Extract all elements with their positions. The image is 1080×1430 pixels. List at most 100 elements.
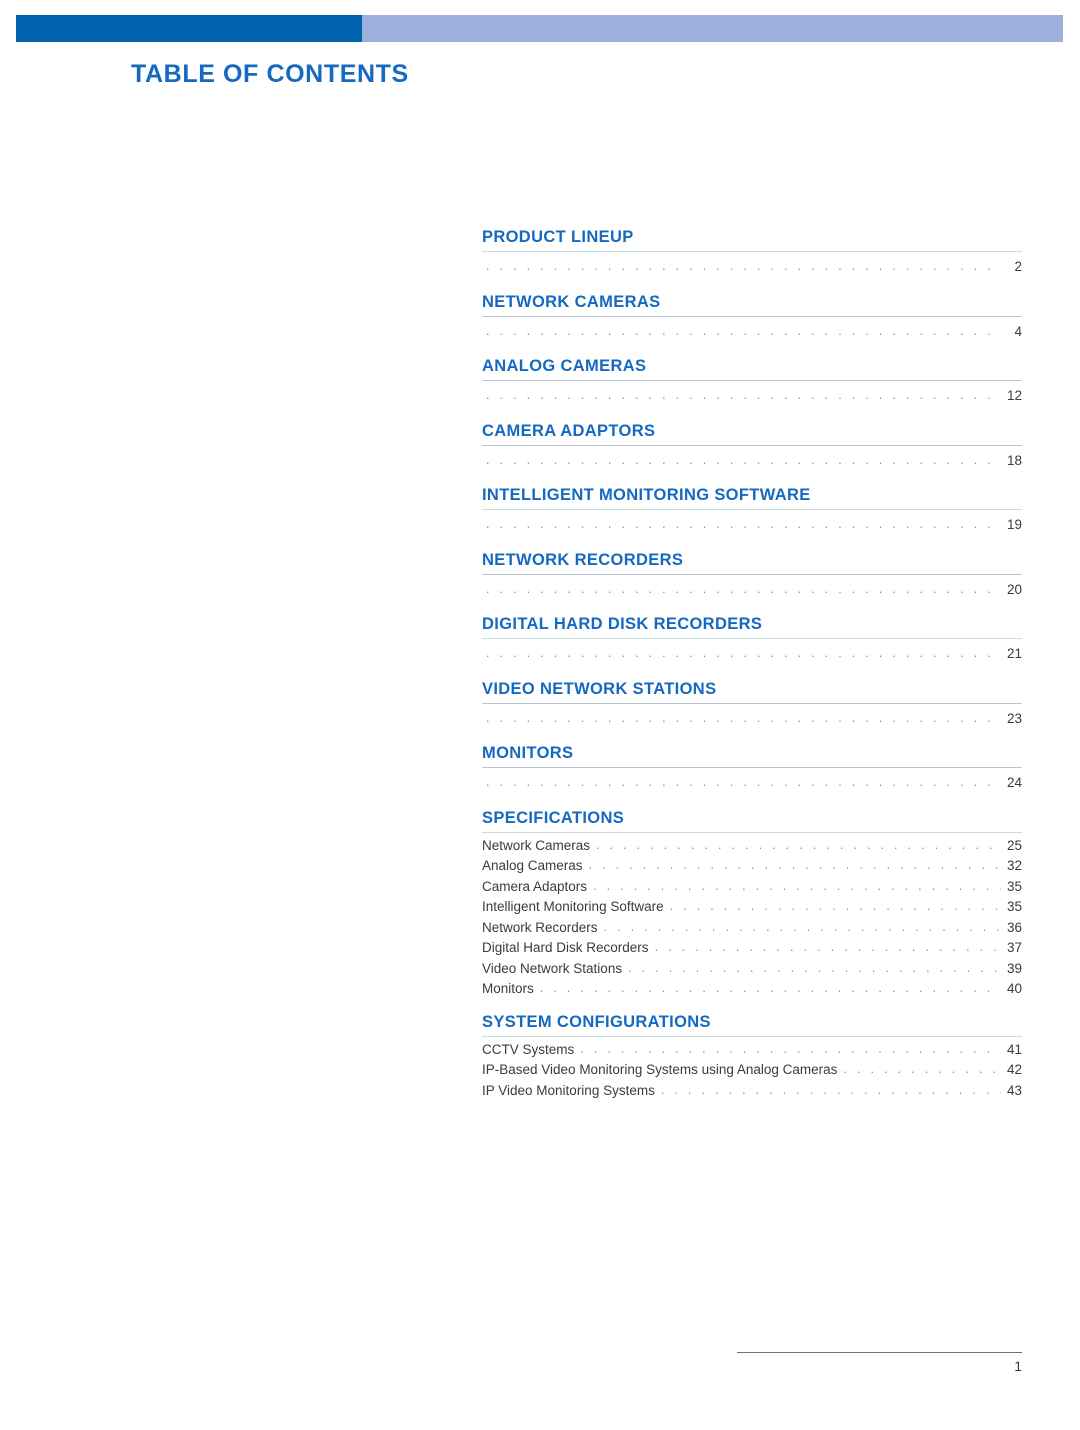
toc-section-heading[interactable]: DIGITAL HARD DISK RECORDERS <box>482 613 1022 638</box>
toc-entry-row[interactable]: . . . . . . . . . . . . . . . . . . . . … <box>482 770 1022 807</box>
toc-subentry-row[interactable]: Monitors . . . . . . . . . . . . . . . . … <box>482 979 1022 1000</box>
footer-page-number: 1 <box>1014 1358 1022 1374</box>
leader-dots: . . . . . . . . . . . . . . . . . . . . … <box>654 940 1001 954</box>
toc-subentry-row[interactable]: Intelligent Monitoring Software . . . . .… <box>482 897 1022 918</box>
toc-subentry-label: Analog Cameras <box>482 858 583 873</box>
toc-subentry-label: Network Recorders <box>482 919 598 935</box>
page-title: TABLE OF CONTENTS <box>131 60 409 88</box>
toc-subentry-row[interactable]: Digital Hard Disk Recorders . . . . . . .… <box>482 938 1022 959</box>
leader-dots: . . . . . . . . . . . . . . . . . . . . … <box>486 581 1001 596</box>
header-decorative-bar <box>16 15 1063 42</box>
toc-section-heading[interactable]: VIDEO NETWORK STATIONS <box>482 678 1022 703</box>
toc-subentry-row[interactable]: Analog Cameras . . . . . . . . . . . . . … <box>482 856 1022 877</box>
table-of-contents: PRODUCT LINEUP . . . . . . . . . . . . . … <box>482 226 1022 1112</box>
toc-subentry-label: Video Network Stations <box>482 960 623 976</box>
toc-subentry-label: Camera Adaptors <box>482 878 588 894</box>
footer-divider <box>737 1352 1022 1353</box>
toc-section-heading[interactable]: INTELLIGENT MONITORING SOFTWARE <box>482 484 1022 509</box>
leader-dots: . . . . . . . . . . . . . . . . . . . . … <box>486 710 1001 725</box>
toc-subentry-page-number: 41 <box>1006 1041 1022 1057</box>
toc-section-rule <box>482 573 1022 575</box>
toc-entry-row[interactable]: . . . . . . . . . . . . . . . . . . . . … <box>482 448 1022 485</box>
toc-subentry-row[interactable]: IP Video Monitoring Systems . . . . . . .… <box>482 1081 1022 1102</box>
toc-subentry-page-number: 37 <box>1006 940 1022 955</box>
leader-dots: . . . . . . . . . . . . . . . . . . . . … <box>603 919 1001 934</box>
toc-entry-row[interactable]: . . . . . . . . . . . . . . . . . . . . … <box>482 319 1022 356</box>
toc-subentry-label: Network Cameras <box>482 837 591 853</box>
leader-dots: . . . . . . . . . . . . . . . . . . . . … <box>539 981 1001 995</box>
toc-entry-row[interactable]: . . . . . . . . . . . . . . . . . . . . … <box>482 383 1022 420</box>
toc-entry-page-number: 18 <box>1006 452 1022 468</box>
toc-section-rule <box>482 1035 1022 1037</box>
toc-section: SYSTEM CONFIGURATIONS CCTV Systems . . . .… <box>482 1011 1022 1113</box>
header-bar-light-segment <box>362 15 1063 42</box>
leader-dots: . . . . . . . . . . . . . . . . . . . . … <box>628 960 1001 975</box>
toc-subentry-label: IP-Based Video Monitoring Systems using … <box>482 1062 838 1077</box>
leader-dots: . . . . . . . . . . . . . . . . . . . . … <box>486 452 1001 467</box>
toc-entry-row[interactable]: . . . . . . . . . . . . . . . . . . . . … <box>482 254 1022 291</box>
toc-section-heading[interactable]: SPECIFICATIONS <box>482 807 1022 832</box>
toc-section-rule <box>482 251 1022 252</box>
toc-section-heading[interactable]: NETWORK RECORDERS <box>482 549 1022 574</box>
toc-section: DIGITAL HARD DISK RECORDERS . . . . . . .… <box>482 613 1022 678</box>
toc-subentry-page-number: 35 <box>1006 878 1022 894</box>
toc-section-rule <box>482 444 1022 446</box>
leader-dots: . . . . . . . . . . . . . . . . . . . . … <box>660 1082 1001 1097</box>
toc-entry-page-number: 21 <box>1006 646 1022 661</box>
toc-subentry-list: Network Cameras . . . . . . . . . . . . .… <box>482 835 1022 1011</box>
toc-subentry-row[interactable]: IP-Based Video Monitoring Systems using … <box>482 1060 1022 1081</box>
toc-section-heading[interactable]: MONITORS <box>482 742 1022 767</box>
toc-subentry-label: CCTV Systems <box>482 1041 575 1057</box>
toc-entry-row[interactable]: . . . . . . . . . . . . . . . . . . . . … <box>482 577 1022 614</box>
toc-entry-page-number: 19 <box>1006 517 1022 532</box>
toc-subentry-page-number: 35 <box>1006 899 1022 914</box>
toc-section-rule <box>482 380 1022 381</box>
toc-section-rule <box>482 702 1022 704</box>
toc-subentry-list: CCTV Systems . . . . . . . . . . . . . . … <box>482 1039 1022 1113</box>
leader-dots: . . . . . . . . . . . . . . . . . . . . … <box>593 878 1001 893</box>
toc-subentry-page-number: 43 <box>1006 1082 1022 1098</box>
toc-entry-row[interactable]: . . . . . . . . . . . . . . . . . . . . … <box>482 512 1022 549</box>
toc-entry-page-number: 12 <box>1006 388 1022 403</box>
leader-dots: . . . . . . . . . . . . . . . . . . . . … <box>580 1041 1001 1056</box>
toc-subentry-page-number: 25 <box>1006 837 1022 853</box>
leader-dots: . . . . . . . . . . . . . . . . . . . . … <box>669 899 1001 913</box>
toc-section: ANALOG CAMERAS . . . . . . . . . . . . . … <box>482 355 1022 420</box>
header-bar-dark-segment <box>16 15 362 42</box>
toc-entry-page-number: 4 <box>1014 323 1022 339</box>
toc-section: INTELLIGENT MONITORING SOFTWARE . . . . .… <box>482 484 1022 549</box>
toc-entry-row[interactable]: . . . . . . . . . . . . . . . . . . . . … <box>482 706 1022 743</box>
leader-dots: . . . . . . . . . . . . . . . . . . . . … <box>486 323 1001 338</box>
toc-section: PRODUCT LINEUP . . . . . . . . . . . . . … <box>482 226 1022 291</box>
toc-entry-page-number: 2 <box>1014 259 1022 274</box>
toc-subentry-row[interactable]: Video Network Stations . . . . . . . . . … <box>482 959 1022 980</box>
toc-subentry-label: Monitors <box>482 981 534 996</box>
toc-subentry-page-number: 42 <box>1006 1062 1022 1077</box>
toc-subentry-label: Digital Hard Disk Recorders <box>482 940 649 955</box>
toc-section: SPECIFICATIONS Network Cameras . . . . . .… <box>482 807 1022 1011</box>
leader-dots: . . . . . . . . . . . . . . . . . . . . … <box>588 858 1001 872</box>
leader-dots: . . . . . . . . . . . . . . . . . . . . … <box>843 1062 1001 1076</box>
leader-dots: . . . . . . . . . . . . . . . . . . . . … <box>486 388 1001 402</box>
leader-dots: . . . . . . . . . . . . . . . . . . . . … <box>596 837 1001 852</box>
toc-section-heading[interactable]: NETWORK CAMERAS <box>482 291 1022 316</box>
toc-section-heading[interactable]: SYSTEM CONFIGURATIONS <box>482 1011 1022 1036</box>
toc-subentry-row[interactable]: Network Cameras . . . . . . . . . . . . .… <box>482 836 1022 857</box>
toc-section: NETWORK CAMERAS . . . . . . . . . . . . .… <box>482 291 1022 356</box>
toc-section-heading[interactable]: CAMERA ADAPTORS <box>482 420 1022 445</box>
toc-section: MONITORS . . . . . . . . . . . . . . . . … <box>482 742 1022 807</box>
toc-section-heading[interactable]: ANALOG CAMERAS <box>482 355 1022 380</box>
toc-entry-page-number: 23 <box>1006 710 1022 726</box>
toc-subentry-row[interactable]: Camera Adaptors . . . . . . . . . . . . .… <box>482 877 1022 898</box>
toc-subentry-row[interactable]: CCTV Systems . . . . . . . . . . . . . . … <box>482 1040 1022 1061</box>
leader-dots: . . . . . . . . . . . . . . . . . . . . … <box>486 517 1001 531</box>
toc-subentry-label: IP Video Monitoring Systems <box>482 1082 655 1098</box>
toc-section-rule <box>482 509 1022 510</box>
toc-entry-page-number: 24 <box>1006 775 1022 790</box>
toc-subentry-page-number: 36 <box>1006 919 1022 935</box>
toc-subentry-row[interactable]: Network Recorders . . . . . . . . . . . .… <box>482 918 1022 939</box>
toc-section: NETWORK RECORDERS . . . . . . . . . . . .… <box>482 549 1022 614</box>
toc-section-heading[interactable]: PRODUCT LINEUP <box>482 226 1022 251</box>
leader-dots: . . . . . . . . . . . . . . . . . . . . … <box>486 646 1001 660</box>
toc-entry-row[interactable]: . . . . . . . . . . . . . . . . . . . . … <box>482 641 1022 678</box>
